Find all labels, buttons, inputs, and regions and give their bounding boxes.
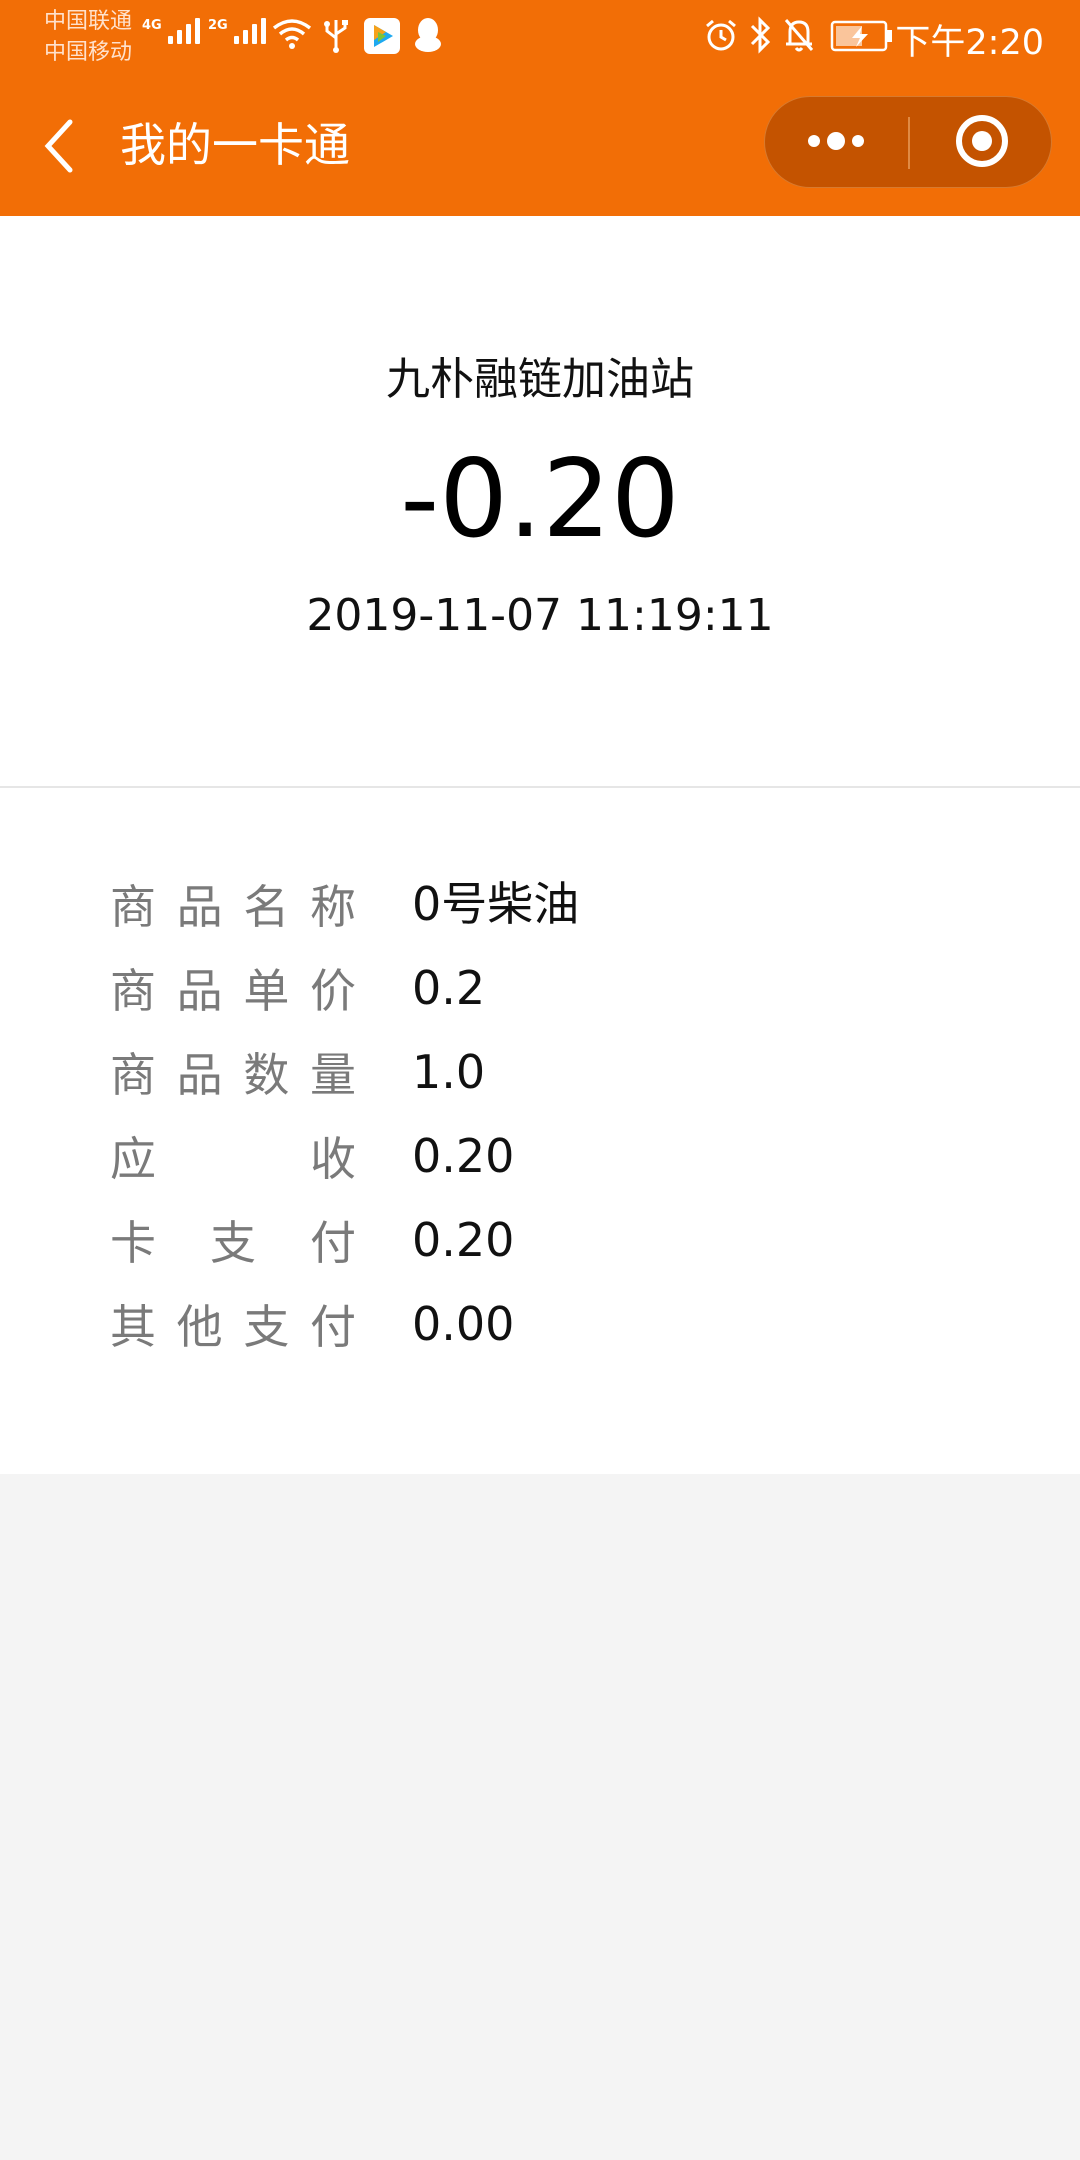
transaction-summary: 九朴融链加油站 -0.20 2019-11-07 11:19:11: [0, 216, 1080, 788]
network-type-2: 2G: [208, 18, 228, 33]
detail-value: 1.0: [412, 1045, 486, 1099]
carrier-info: 中国联通 中国移动: [44, 6, 132, 68]
detail-row-other-payment: 其他支付 0.00: [110, 1284, 1010, 1364]
detail-label: 卡支付: [110, 1216, 356, 1270]
tencent-video-icon: [364, 18, 400, 54]
carrier-name-2: 中国移动: [44, 40, 133, 65]
detail-row-product-name: 商品名称 0号柴油: [110, 864, 1010, 944]
signal-icon: 2G: [208, 18, 266, 44]
wifi-icon: [272, 19, 312, 49]
detail-label: 商品单价: [110, 964, 356, 1018]
app-header: 中国联通 中国移动 4G 2G 下午2:20 我的一卡通: [0, 0, 1080, 216]
transaction-details: 商品名称 0号柴油 商品单价 0.2 商品数量 1.0 应收 0.20 卡支付 …: [0, 788, 1080, 1474]
status-bar: 中国联通 中国移动 4G 2G 下午2:20: [0, 0, 1080, 72]
chevron-left-icon[interactable]: [40, 116, 80, 176]
carrier-name-1: 中国联通: [44, 9, 133, 34]
alarm-icon: [706, 19, 736, 51]
usb-icon: [324, 20, 348, 53]
page-title: 我的一卡通: [120, 118, 350, 172]
detail-row-quantity: 商品数量 1.0: [110, 1032, 1010, 1112]
detail-value: 0号柴油: [412, 877, 580, 931]
detail-label: 其他支付: [110, 1300, 356, 1354]
mute-icon: [784, 19, 814, 52]
battery-charging-icon: [830, 20, 892, 52]
more-dots-icon: [808, 132, 864, 150]
merchant-name: 九朴融链加油站: [386, 354, 694, 405]
detail-row-receivable: 应收 0.20: [110, 1116, 1010, 1196]
mini-program-capsule: [764, 96, 1052, 188]
bluetooth-icon: [750, 16, 771, 54]
detail-value: 0.00: [412, 1297, 515, 1351]
detail-label: 商品名称: [110, 880, 356, 934]
detail-label: 商品数量: [110, 1048, 356, 1102]
nav-bar: 我的一卡通: [0, 72, 1080, 216]
qq-icon: [415, 18, 441, 52]
status-time: 下午2:20: [895, 23, 1044, 63]
more-button[interactable]: [765, 97, 908, 187]
transaction-amount: -0.20: [400, 437, 680, 562]
detail-row-card-payment: 卡支付 0.20: [110, 1200, 1010, 1280]
detail-value: 0.20: [412, 1213, 515, 1267]
close-button[interactable]: [910, 97, 1053, 187]
transaction-datetime: 2019-11-07 11:19:11: [306, 590, 774, 641]
signal-icon: 4G: [142, 18, 200, 44]
detail-label: 应收: [110, 1132, 356, 1186]
detail-row-unit-price: 商品单价 0.2: [110, 948, 1010, 1028]
target-circle-icon: [956, 115, 1008, 167]
network-type-1: 4G: [142, 18, 162, 33]
detail-value: 0.20: [412, 1129, 515, 1183]
detail-value: 0.2: [412, 961, 486, 1015]
